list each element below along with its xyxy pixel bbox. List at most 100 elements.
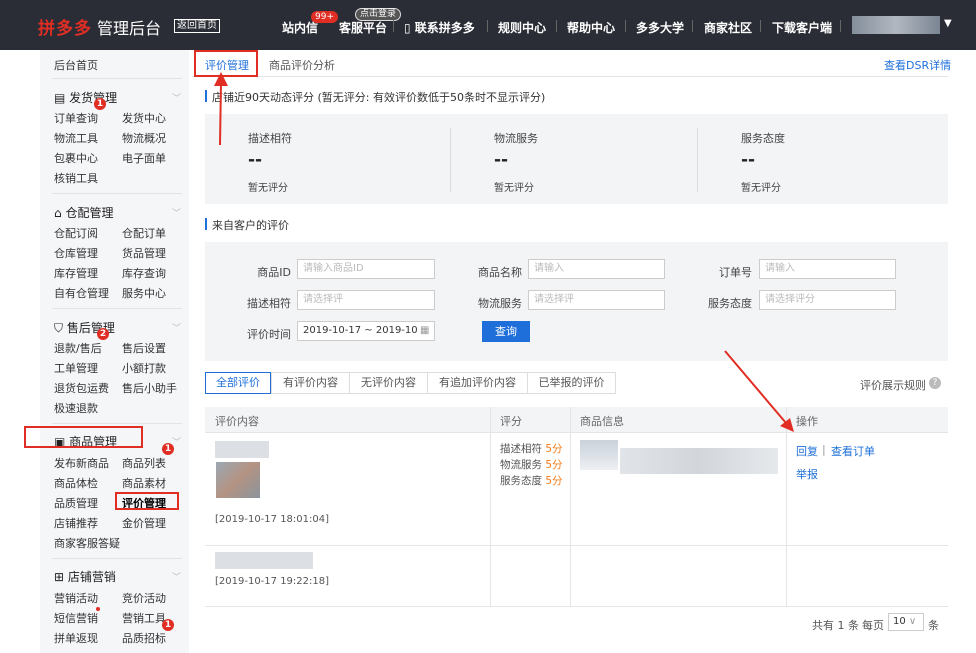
service-select[interactable]: 请选择评分 (759, 290, 896, 310)
sidebar-item-wh-subscribe[interactable]: 仓配订阅 (54, 225, 98, 241)
home-button[interactable]: 返回首页 (174, 19, 220, 33)
dsr-detail-link[interactable]: 查看DSR详情 (884, 57, 951, 73)
nav-download[interactable]: 下载客户端 (772, 19, 832, 36)
sidebar-item-own-wh[interactable]: 自有仓管理 (54, 285, 109, 301)
dsr-desc-sub: 暂无评分 (248, 183, 288, 194)
sidebar-item-aftersales-assistant[interactable]: 售后小助手 (122, 380, 177, 396)
query-button[interactable]: 查询 (482, 321, 530, 342)
sidebar-item-shipping-center[interactable]: 发货中心 (122, 110, 166, 126)
sidebar-item-refund[interactable]: 退款/售后 (54, 340, 102, 356)
nav-university[interactable]: 多多大学 (636, 19, 684, 36)
chevron-down-icon[interactable]: ﹀ (172, 206, 181, 219)
dsr-panel (205, 114, 948, 204)
sidebar-group-warehouse[interactable]: ⌂ 仓配管理 (54, 204, 113, 221)
sidebar-item-cs-qa[interactable]: 商家客服答疑 (54, 535, 120, 551)
total-count: 共有 1 条 (812, 619, 859, 632)
tab-reported[interactable]: 已举报的评价 (527, 372, 616, 394)
dsr-desc-value: -- (248, 150, 263, 170)
reviews-title: 来自客户的评价 (212, 219, 289, 232)
chevron-down-icon[interactable]: ﹀ (172, 321, 181, 334)
nav-contact[interactable]: ▯ 联系拼多多 (404, 19, 475, 36)
sidebar-home[interactable]: 后台首页 (54, 57, 98, 73)
sidebar-item-aftersales-settings[interactable]: 售后设置 (122, 340, 166, 356)
nav-cs-platform[interactable]: 客服平台 (339, 19, 387, 36)
sidebar-item-gold-price[interactable]: 金价管理 (122, 515, 166, 531)
chevron-down-icon[interactable]: ﹀ (172, 570, 181, 583)
tab-all-reviews[interactable]: 全部评价 (205, 372, 271, 394)
date-range-input[interactable]: 2019-10-17 ~ 2019-10 (297, 321, 435, 341)
sidebar-item-wh-manage[interactable]: 仓库管理 (54, 245, 98, 261)
tab-with-content[interactable]: 有评价内容 (271, 372, 350, 394)
table-header (205, 407, 948, 433)
sidebar-item-order-query[interactable]: 订单查询 (54, 110, 98, 126)
product-title-blurred[interactable] (620, 448, 778, 474)
sidebar-item-sms[interactable]: 短信营销 (54, 610, 98, 626)
sidebar-item-new-product[interactable]: 发布新商品 (54, 455, 109, 471)
sidebar-item-goods-manage[interactable]: 货品管理 (122, 245, 166, 261)
nav-rules[interactable]: 规则中心 (498, 19, 546, 36)
order-no-input[interactable]: 请输入 (759, 259, 896, 279)
message-count-badge: 99+ (311, 11, 338, 23)
sidebar-item-cashback[interactable]: 拼单返现 (54, 630, 98, 646)
account-name[interactable] (852, 16, 940, 34)
sidebar-item-verification-tools[interactable]: 核销工具 (54, 170, 98, 186)
sidebar-item-quality-bid[interactable]: 品质招标 (122, 630, 166, 646)
nav-help[interactable]: 帮助中心 (567, 19, 615, 36)
desc-match-select[interactable]: 请选择评 (297, 290, 435, 310)
view-order-link[interactable]: 查看订单 (831, 443, 875, 459)
sidebar-group-marketing[interactable]: ⊞ 店铺营销 (54, 568, 116, 585)
product-name-input[interactable]: 请输入 (528, 259, 665, 279)
sidebar-item-ticket[interactable]: 工单管理 (54, 360, 98, 376)
login-badge[interactable]: 点击登录 (355, 8, 402, 21)
help-icon[interactable]: ? (929, 377, 941, 389)
chevron-down-icon[interactable]: ﹀ (172, 435, 181, 448)
sidebar-item-product-assets[interactable]: 商品素材 (122, 475, 166, 491)
sidebar-item-quality[interactable]: 品质管理 (54, 495, 98, 511)
logo[interactable]: 拼多多 (38, 14, 92, 39)
sidebar-divider (52, 308, 182, 309)
action-separator: | (822, 443, 826, 456)
caret-down-icon[interactable]: ▼ (944, 18, 952, 29)
nav-divider (487, 20, 488, 32)
sidebar-item-shop-recommend[interactable]: 店铺推荐 (54, 515, 98, 531)
sidebar-group-shipping[interactable]: ▤ 发货管理 (54, 89, 117, 106)
sidebar-item-logistics-overview[interactable]: 物流概况 (122, 130, 166, 146)
nav-divider (393, 20, 394, 32)
sidebar-item-bidding[interactable]: 竞价活动 (122, 590, 166, 606)
sidebar-item-stock-query[interactable]: 库存查询 (122, 265, 166, 281)
tab-underline (192, 76, 948, 77)
sidebar-item-wh-orders[interactable]: 仓配订单 (122, 225, 166, 241)
dsr-desc-label: 描述相符 (248, 132, 292, 145)
sidebar-item-small-payment[interactable]: 小额打款 (122, 360, 166, 376)
new-dot (96, 607, 100, 611)
review-photo[interactable] (216, 462, 260, 498)
sidebar-item-return-shipping[interactable]: 退货包运费 (54, 380, 109, 396)
tab-without-content[interactable]: 无评价内容 (349, 372, 428, 394)
sidebar-item-fast-refund[interactable]: 极速退款 (54, 400, 98, 416)
display-rules-link[interactable]: 评价展示规则 (860, 377, 926, 393)
col-divider (786, 407, 787, 606)
chevron-down-icon[interactable]: ﹀ (172, 91, 181, 104)
tab-review-analysis[interactable]: 商品评价分析 (269, 57, 335, 73)
sidebar-item-stock-manage[interactable]: 库存管理 (54, 265, 98, 281)
sidebar-item-e-waybill[interactable]: 电子面单 (122, 150, 166, 166)
sidebar-item-marketing-tools[interactable]: 营销工具 (122, 610, 166, 626)
sidebar-item-service-center[interactable]: 服务中心 (122, 285, 166, 301)
sidebar-item-parcel-center[interactable]: 包裹中心 (54, 150, 98, 166)
nav-community[interactable]: 商家社区 (704, 19, 752, 36)
logistics-select[interactable]: 请选择评 (528, 290, 665, 310)
sidebar-item-campaigns[interactable]: 营销活动 (54, 590, 98, 606)
tab-appended[interactable]: 有追加评价内容 (427, 372, 528, 394)
sidebar-item-product-check[interactable]: 商品体检 (54, 475, 98, 491)
notification-badge: 2 (97, 328, 109, 340)
product-id-input[interactable]: 请输入商品ID (297, 259, 435, 279)
report-link[interactable]: 举报 (796, 466, 818, 482)
calendar-icon[interactable]: ▦ (420, 325, 430, 336)
sidebar-divider (52, 558, 182, 559)
sidebar-item-logistics-tools[interactable]: 物流工具 (54, 130, 98, 146)
sidebar-item-product-list[interactable]: 商品列表 (122, 455, 166, 471)
reply-link[interactable]: 回复 (796, 443, 818, 459)
page-size-select[interactable]: 10 ∨ (888, 613, 924, 631)
col-divider (490, 407, 491, 606)
product-thumbnail[interactable] (580, 440, 618, 470)
